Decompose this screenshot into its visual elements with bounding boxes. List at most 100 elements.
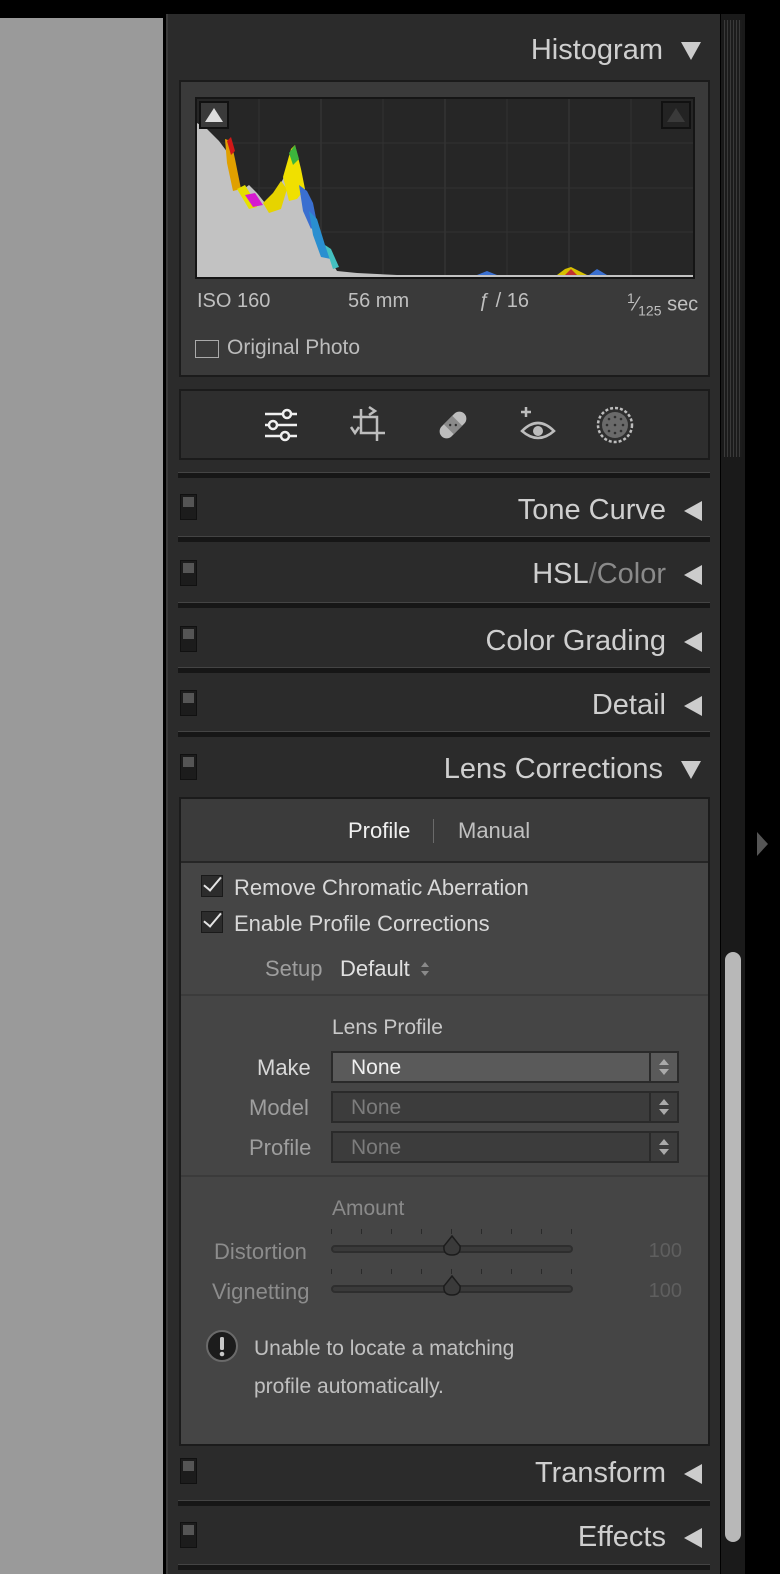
section-separator — [178, 472, 710, 478]
healing-bandage-icon[interactable] — [433, 405, 473, 445]
shutter-denominator: 125 — [638, 302, 662, 319]
lens-corrections-toggle[interactable] — [180, 754, 197, 780]
highlight-clipping-toggle[interactable] — [661, 101, 691, 129]
setup-dropdown[interactable]: Default — [340, 956, 430, 982]
make-label: Make — [257, 1055, 311, 1080]
divider — [181, 994, 708, 996]
profile-label: Profile — [249, 1135, 312, 1160]
color-grading-toggle[interactable] — [180, 626, 197, 652]
warning-line-2: profile automatically. — [254, 1375, 444, 1398]
masking-icon[interactable] — [595, 405, 635, 445]
effects-title: Effects — [577, 1521, 666, 1553]
hsl-label: HSL — [532, 558, 589, 590]
collapse-triangle-icon — [681, 41, 701, 60]
lens-tabs: Profile Manual — [181, 799, 708, 863]
warning-line-1: Unable to locate a matching — [254, 1337, 515, 1360]
model-label: Model — [249, 1095, 309, 1120]
vignetting-slider-knob[interactable] — [442, 1275, 462, 1297]
panel-resize-grip[interactable] — [724, 20, 742, 457]
distortion-value: 100 — [648, 1240, 682, 1262]
select-arrows-icon — [649, 1093, 677, 1121]
expand-triangle-icon — [684, 500, 702, 521]
hsl-color-header[interactable]: HSL/Color — [532, 558, 702, 591]
model-select[interactable]: None — [331, 1091, 679, 1123]
panel-scrollbar-thumb[interactable] — [725, 952, 741, 1542]
shutter-unit: sec — [667, 293, 699, 316]
select-arrows-icon — [649, 1133, 677, 1161]
make-select[interactable]: None — [331, 1051, 679, 1083]
updown-arrows-icon — [420, 962, 429, 976]
section-separator — [178, 1564, 710, 1570]
section-separator — [178, 731, 710, 737]
remove-chromatic-aberration-label: Remove Chromatic Aberration — [234, 875, 529, 900]
vignetting-label: Vignetting — [212, 1279, 310, 1304]
make-value: None — [351, 1056, 402, 1079]
red-eye-icon[interactable] — [518, 405, 558, 445]
detail-title: Detail — [591, 689, 666, 721]
divider — [181, 1175, 708, 1177]
expand-triangle-icon — [684, 1463, 702, 1484]
crop-icon[interactable] — [349, 405, 389, 445]
lens-corrections-panel: Profile Manual Remove Chromatic Aberrati… — [179, 797, 710, 1446]
remove-chromatic-aberration-checkbox[interactable] — [201, 875, 223, 897]
section-separator — [178, 1500, 710, 1506]
hsl-color-title: HSL/Color — [532, 558, 666, 591]
tool-strip — [179, 389, 710, 460]
effects-toggle[interactable] — [180, 1522, 197, 1548]
tone-curve-header[interactable]: Tone Curve — [518, 494, 702, 527]
hsl-separator: / — [588, 558, 597, 590]
color-label: Color — [596, 558, 666, 590]
distortion-label: Distortion — [214, 1239, 307, 1264]
color-grading-title: Color Grading — [485, 625, 666, 657]
section-separator — [178, 667, 710, 673]
select-arrows-icon — [649, 1053, 677, 1081]
histogram-panel: ISO 160 56 mm ƒ / 16 1⁄125 sec Original … — [179, 80, 710, 377]
expand-triangle-icon — [684, 695, 702, 716]
tab-manual[interactable]: Manual — [458, 818, 530, 844]
edit-sliders-icon[interactable] — [261, 405, 301, 445]
panel-expand-arrow-icon[interactable] — [757, 832, 768, 856]
color-grading-header[interactable]: Color Grading — [485, 625, 702, 658]
expand-triangle-icon — [684, 1527, 702, 1548]
tab-profile[interactable]: Profile — [348, 818, 410, 844]
original-photo-label: Original Photo — [227, 336, 361, 359]
lens-corrections-title: Lens Corrections — [443, 753, 663, 785]
model-value: None — [351, 1096, 402, 1119]
iso-readout: ISO 160 — [197, 290, 271, 312]
amount-heading: Amount — [332, 1197, 405, 1220]
transform-toggle[interactable] — [180, 1458, 197, 1484]
aperture-readout: ƒ / 16 — [479, 290, 530, 312]
tone-curve-title: Tone Curve — [517, 494, 666, 526]
expand-triangle-icon — [684, 631, 702, 652]
lens-corrections-header[interactable]: Lens Corrections — [444, 753, 701, 786]
collapse-triangle-icon — [681, 760, 701, 779]
effects-header[interactable]: Effects — [578, 1521, 702, 1554]
setup-label: Setup — [265, 956, 323, 981]
expand-triangle-icon — [684, 564, 702, 585]
histogram-graph[interactable] — [195, 97, 695, 279]
distortion-slider-knob[interactable] — [442, 1235, 462, 1257]
shadow-clipping-triangle-icon — [205, 108, 223, 122]
shutter-readout: 1⁄125 sec — [627, 290, 699, 319]
histogram-title: Histogram — [530, 34, 663, 66]
profile-value: None — [351, 1136, 402, 1159]
shadow-clipping-toggle[interactable] — [199, 101, 229, 129]
hsl-color-toggle[interactable] — [180, 560, 197, 586]
histogram-header[interactable]: Histogram — [531, 34, 701, 67]
vignetting-value: 100 — [648, 1280, 682, 1302]
warning-icon — [206, 1330, 238, 1362]
setup-value: Default — [340, 956, 410, 981]
transform-header[interactable]: Transform — [535, 1457, 702, 1490]
profile-select[interactable]: None — [331, 1131, 679, 1163]
original-photo-checkbox[interactable] — [195, 340, 219, 358]
detail-header[interactable]: Detail — [592, 689, 702, 722]
detail-toggle[interactable] — [180, 690, 197, 716]
enable-profile-corrections-label: Enable Profile Corrections — [234, 911, 490, 936]
tab-divider — [433, 819, 434, 843]
section-separator — [178, 602, 710, 608]
transform-title: Transform — [534, 1457, 666, 1489]
enable-profile-corrections-checkbox[interactable] — [201, 911, 223, 933]
tone-curve-toggle[interactable] — [180, 494, 197, 520]
window-top-border — [0, 0, 780, 14]
section-separator — [178, 536, 710, 542]
